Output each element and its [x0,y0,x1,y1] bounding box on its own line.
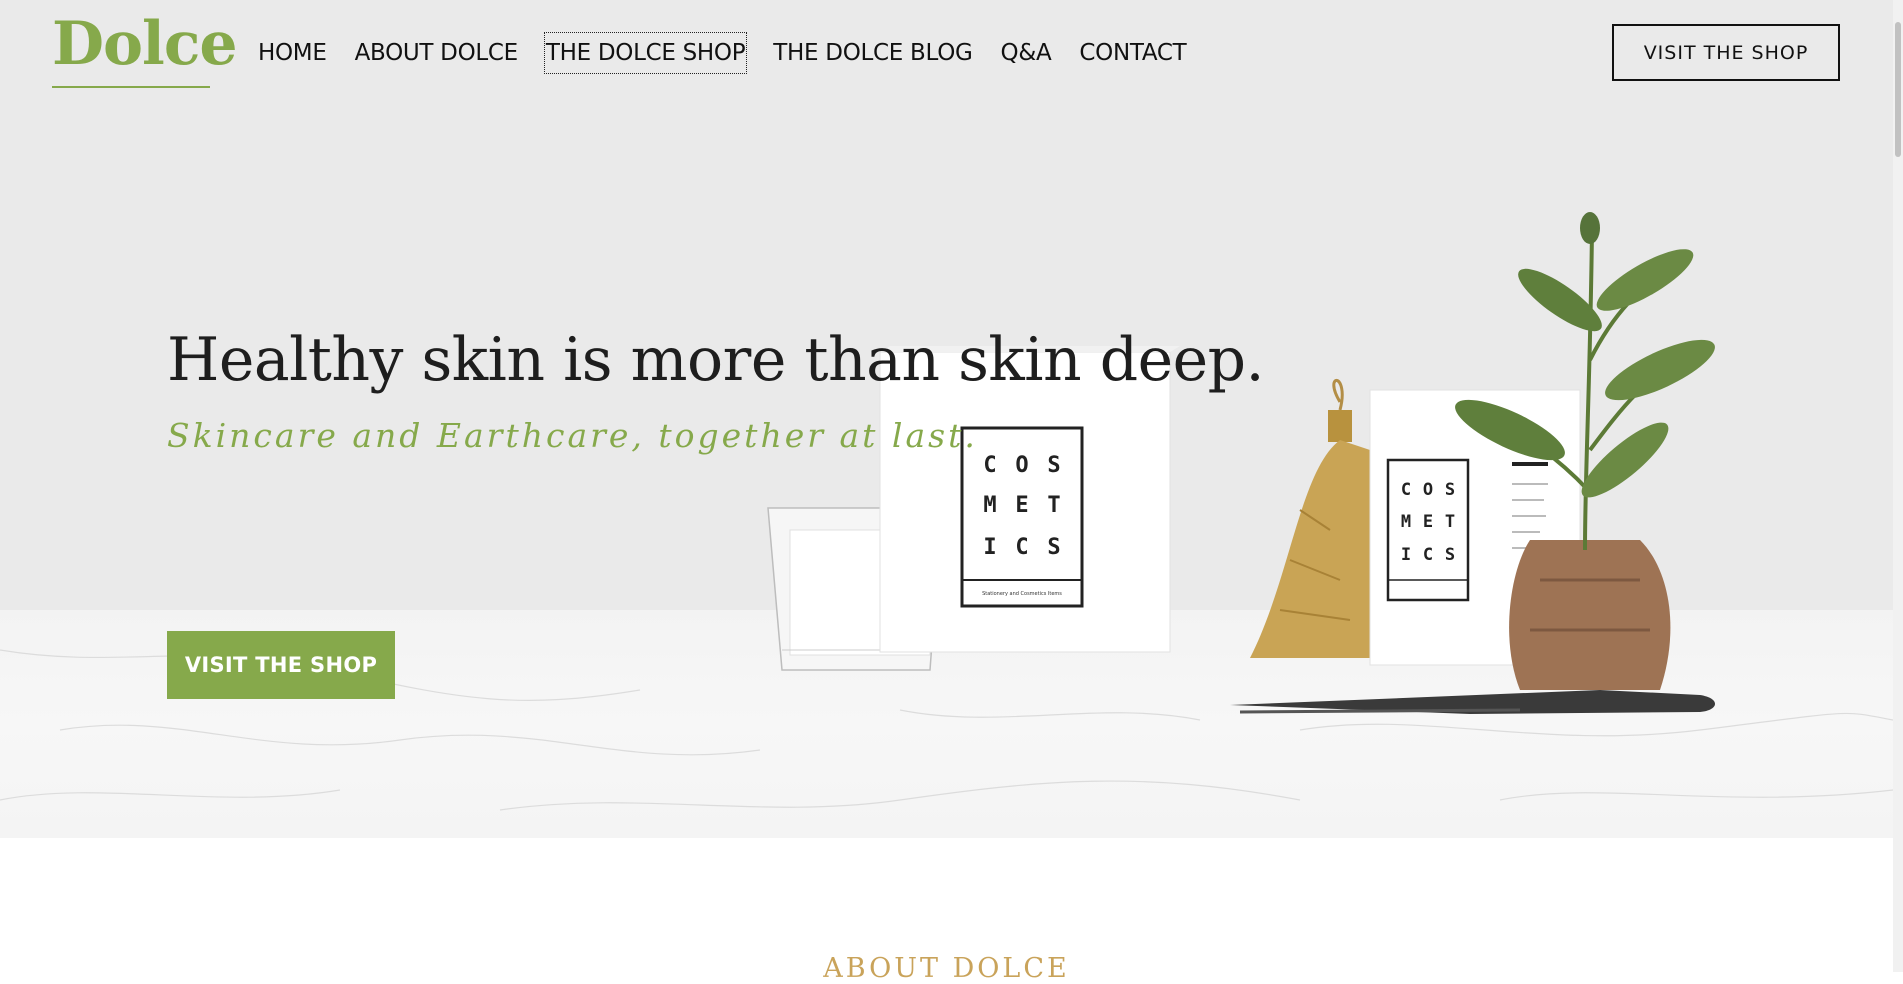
hero-product-image: C O S M E T I C S Stationery and Cosmeti… [0,212,1893,811]
header-visit-shop-button[interactable]: VISIT THE SHOP [1612,24,1840,81]
nav-item-about[interactable]: ABOUT DOLCE [341,32,532,74]
hero-title: Healthy skin is more than skin deep. [167,325,1265,395]
box-letter: M [983,493,996,518]
brand-logo[interactable]: Dolce [52,4,238,84]
logo-underline [52,86,210,88]
box-letter: O [1015,453,1028,478]
box-letter: T [1445,512,1455,532]
box-letter: S [1047,535,1060,560]
box-letter: S [1047,453,1060,478]
box-letter: C [1015,535,1028,560]
gold-bell [1250,378,1380,658]
box-letter: S [1445,480,1455,500]
scroll-thumb[interactable] [1895,22,1901,157]
box-letter: I [983,535,996,560]
page-scrollbar[interactable] [1893,0,1903,972]
nav-item-qa[interactable]: Q&A [987,32,1066,74]
site-header: Dolce HOME ABOUT DOLCE THE DOLCE SHOP TH… [0,0,1893,110]
scissors [1230,690,1715,714]
box-letter: T [1047,493,1060,518]
nav-item-shop[interactable]: THE DOLCE SHOP [543,32,748,74]
box-letter: C [983,453,996,478]
box-letter: S [1445,545,1455,565]
main-nav: HOME ABOUT DOLCE THE DOLCE SHOP THE DOLC… [244,32,1200,74]
hero-visit-shop-button[interactable]: VISIT THE SHOP [167,631,395,699]
nav-item-contact[interactable]: CONTACT [1065,32,1200,74]
box-letter: C [1401,480,1411,500]
about-section-heading: ABOUT DOLCE [823,953,1070,984]
box-letter: I [1401,545,1411,565]
nav-item-home[interactable]: HOME [244,32,341,74]
box-caption: Stationery and Cosmetics Items [982,591,1062,597]
box-letter: E [1015,493,1028,518]
nav-item-blog[interactable]: THE DOLCE BLOG [759,32,986,74]
box-letter: E [1423,512,1433,532]
hero-section: C O S M E T I C S Stationery and Cosmeti… [0,110,1893,838]
box-letter: O [1423,480,1433,500]
hero-subtitle: Skincare and Earthcare, together at last… [167,416,978,455]
box-letter: M [1401,512,1411,532]
box-letter: C [1423,545,1433,565]
